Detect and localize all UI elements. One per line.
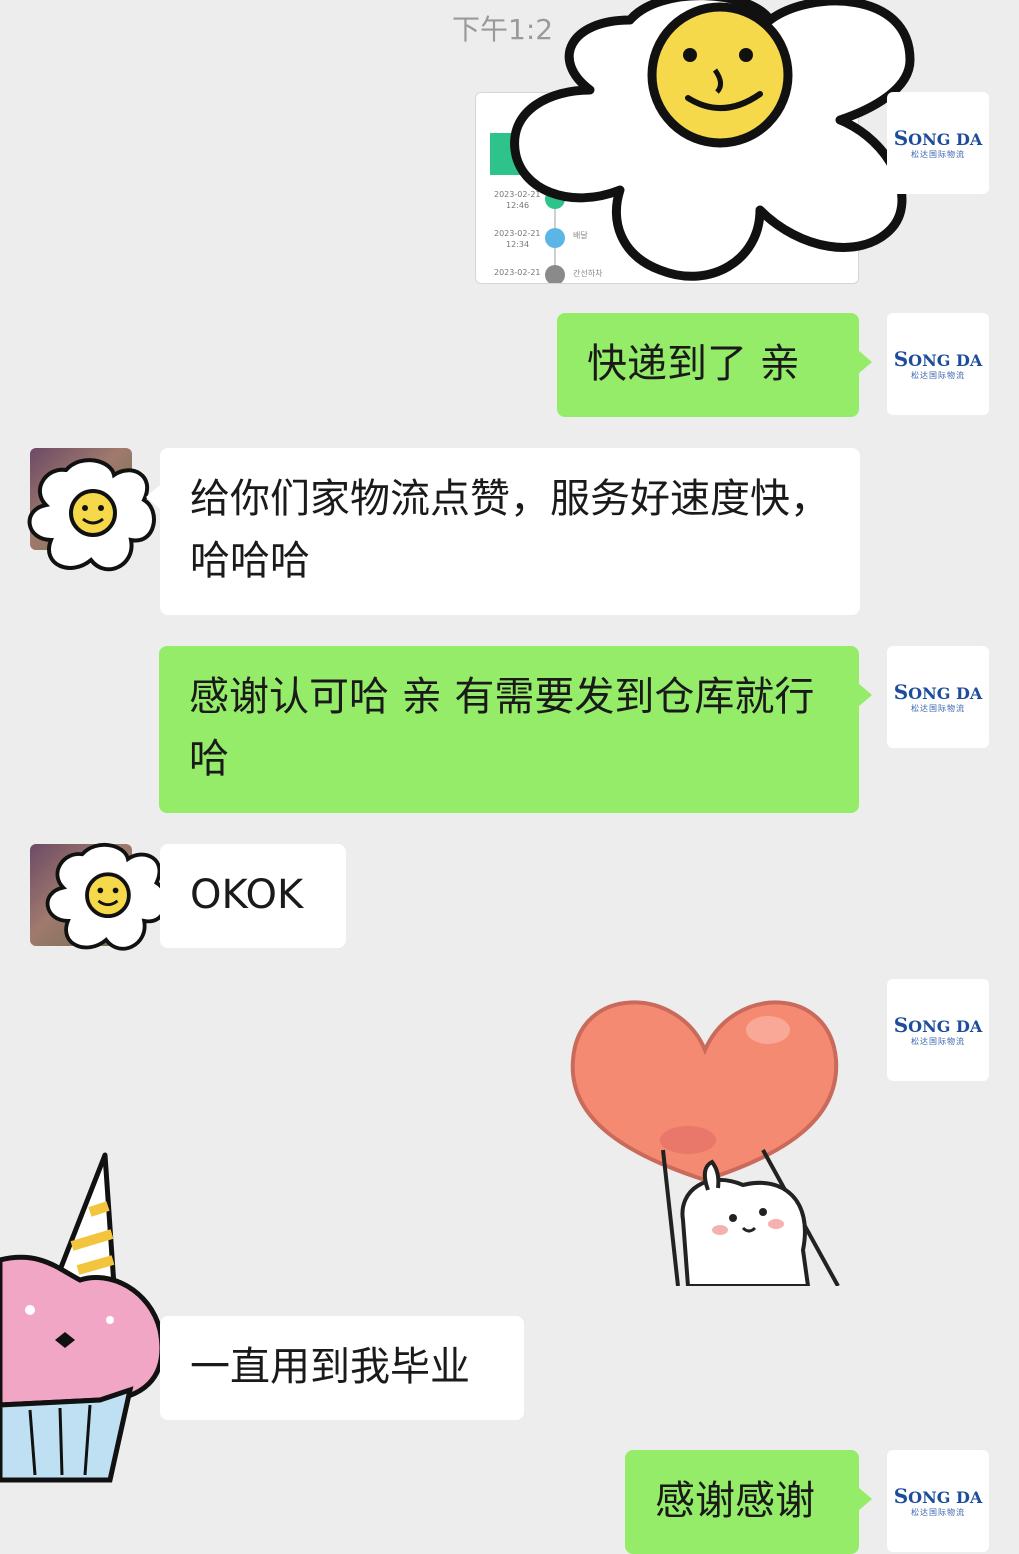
avatar[interactable]: SONG DA 松达国际物流 xyxy=(887,979,989,1081)
brand-logo: SONG DA 松达国际物流 xyxy=(893,1483,983,1517)
flower-avatar-icon xyxy=(27,458,156,572)
avatar[interactable]: SONG DA 松达国际物流 xyxy=(887,1450,989,1552)
message-bubble[interactable]: 给你们家物流点赞，服务好速度快，哈哈哈 xyxy=(160,448,860,615)
message-text: OKOK xyxy=(190,872,304,918)
avatar[interactable]: SONG DA 松达国际物流 xyxy=(887,313,989,415)
message-text: 感谢认可哈 亲 有需要发到仓库就行哈 xyxy=(189,674,815,782)
bubble-tail xyxy=(146,485,160,509)
brand-logo: SONG DA 松达国际物流 xyxy=(893,679,983,713)
heart-bunny-sticker[interactable] xyxy=(568,990,843,1286)
message-text: 一直用到我毕业 xyxy=(190,1344,470,1390)
message-text: 快递到了 亲 xyxy=(587,341,800,387)
message-bubble[interactable]: 感谢认可哈 亲 有需要发到仓库就行哈 xyxy=(159,646,859,813)
brand-logo: SONG DA 松达国际物流 xyxy=(893,1012,983,1046)
flower-avatar-icon xyxy=(45,842,168,951)
message-bubble[interactable]: OKOK xyxy=(160,844,346,948)
flower-sticker[interactable] xyxy=(510,0,930,290)
brand-logo: SONG DA 松达国际物流 xyxy=(893,346,983,380)
message-text: 感谢感谢 xyxy=(655,1478,815,1524)
unicorn-cupcake-sticker xyxy=(0,1152,165,1483)
message-bubble[interactable]: 快递到了 亲 xyxy=(557,313,859,417)
message-bubble[interactable]: 一直用到我毕业 xyxy=(160,1316,524,1420)
avatar[interactable]: SONG DA 松达国际物流 xyxy=(887,92,989,194)
bubble-tail xyxy=(858,350,872,374)
bubble-tail xyxy=(858,1487,872,1511)
brand-logo: SONG DA 松达国际物流 xyxy=(893,125,983,159)
message-text: 给你们家物流点赞，服务好速度快，哈哈哈 xyxy=(190,476,830,584)
avatar[interactable]: SONG DA 松达国际物流 xyxy=(887,646,989,748)
bubble-tail xyxy=(858,683,872,707)
message-bubble[interactable]: 感谢感谢 xyxy=(625,1450,859,1554)
